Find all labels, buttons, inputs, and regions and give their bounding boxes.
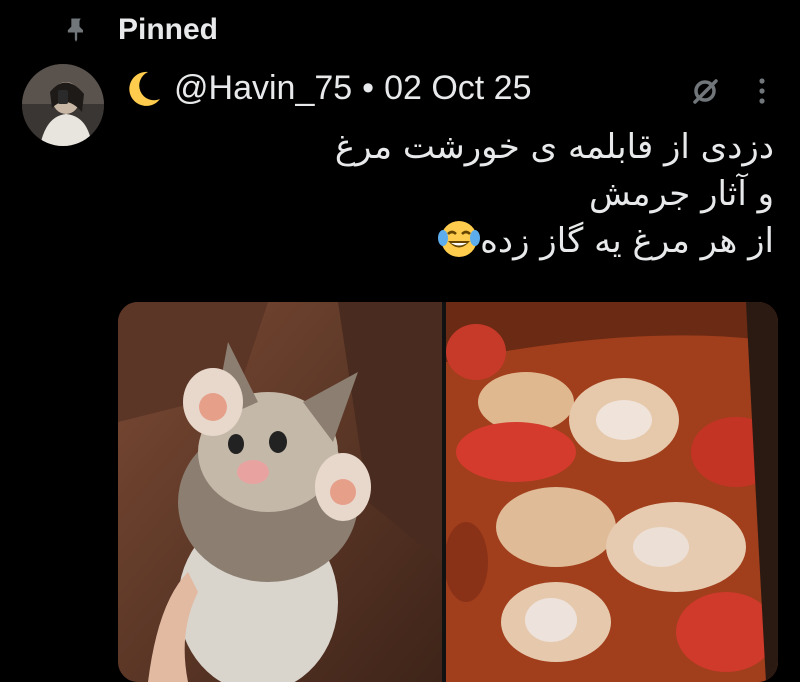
chicken-stew-photo	[446, 302, 778, 682]
avatar[interactable]	[22, 64, 104, 146]
post-text-line-1: دزدی از قابلمه ی خورشت مرغ	[334, 127, 774, 167]
media-image-kitten[interactable]	[118, 302, 442, 682]
post-text-line-3-wrap: از هر مرغ یه گاز زده	[254, 218, 774, 265]
muted-circle-icon[interactable]	[688, 74, 722, 108]
post-text-line-2: و آثار جرمش	[588, 174, 774, 214]
post-media[interactable]	[118, 302, 778, 682]
post-header: @Havin_75 • 02 Oct 25	[118, 66, 532, 110]
moon-icon	[129, 71, 160, 106]
pinned-label: Pinned	[118, 13, 219, 46]
post-date[interactable]: 02 Oct 25	[384, 69, 531, 108]
more-vertical-icon[interactable]	[752, 74, 772, 108]
post-text-line-3: از هر مرغ یه گاز زده	[480, 221, 774, 261]
kitten-photo	[118, 302, 442, 682]
tears-of-joy-emoji	[438, 221, 481, 257]
post-text: دزدی از قابلمه ی خورشت مرغ و آثار جرمش ا…	[254, 124, 774, 265]
user-handle[interactable]: @Havin_75	[174, 69, 352, 108]
avatar-image	[22, 64, 104, 146]
media-image-stew[interactable]	[446, 302, 778, 682]
pin-icon	[67, 18, 83, 42]
separator-dot: •	[362, 68, 375, 107]
